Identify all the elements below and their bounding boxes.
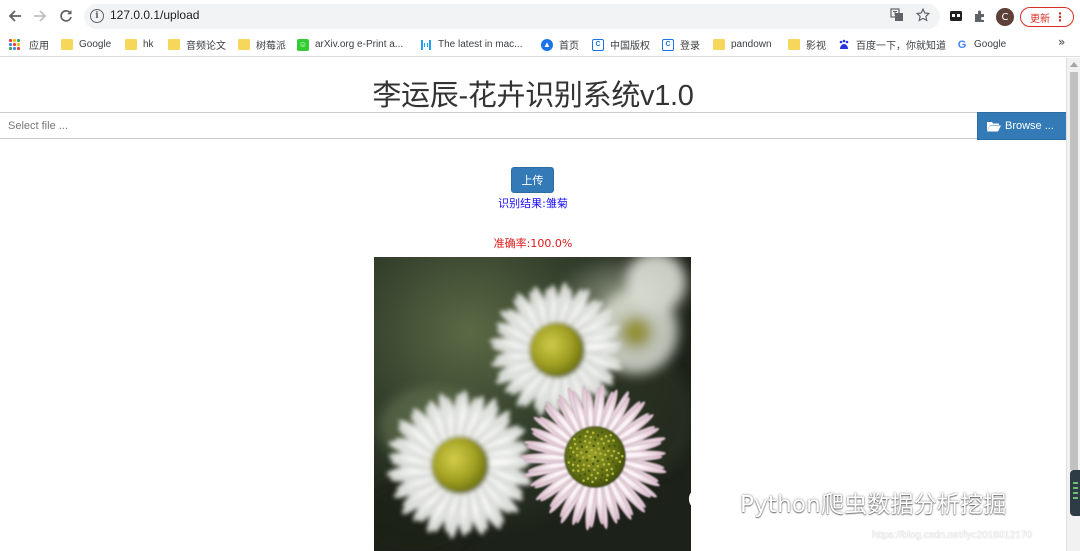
bookmark-label: 首页	[559, 41, 579, 52]
browse-button[interactable]: Browse ...	[977, 112, 1066, 140]
folder-icon	[713, 39, 725, 50]
apps-grid-icon	[9, 38, 21, 51]
scroll-thumb[interactable]	[1070, 72, 1078, 470]
watermark-text: Python爬虫数据分析挖掘	[740, 492, 1007, 518]
bookmark-google-folder[interactable]: Google	[61, 36, 111, 53]
bookmark-label: 登录	[680, 41, 700, 52]
reload-icon[interactable]	[56, 6, 76, 26]
bookmark-latest-ml[interactable]: The latest in mac...	[420, 36, 522, 53]
bookmark-label: 影视	[806, 41, 826, 52]
address-url[interactable]: 127.0.0.1/upload	[110, 8, 199, 22]
side-widget	[1070, 470, 1080, 516]
profile-avatar[interactable]: C	[996, 8, 1014, 26]
bookmark-google[interactable]: G Google	[956, 36, 1007, 53]
bookmark-raspberry-pi[interactable]: 树莓派	[238, 36, 286, 53]
folder-icon	[61, 39, 73, 50]
bookmark-label: hk	[143, 39, 154, 50]
bookmark-label: 应用	[29, 41, 49, 52]
bookmarks-overflow-icon[interactable]: »	[1058, 35, 1065, 49]
bookmark-label: 百度一下，你就知道	[856, 41, 946, 52]
bookmark-movies[interactable]: 影视	[788, 36, 826, 53]
address-bar[interactable]: i 127.0.0.1/upload	[84, 4, 940, 29]
bookmark-home[interactable]: ▲ 首页	[541, 36, 579, 53]
bookmarks-bar: 应用 Google hk 音频论文 树莓派 ☺ arXiv.org e-Prin…	[0, 32, 1080, 57]
bookmark-label: 中国版权	[610, 41, 650, 52]
arxiv-icon: ☺	[297, 38, 309, 51]
folder-icon	[788, 39, 800, 50]
menu-kebab-icon: ⋮	[1054, 10, 1066, 24]
bookmark-label: 音频论文	[186, 41, 226, 52]
forward-icon[interactable]	[30, 6, 50, 26]
paperswithcode-icon	[420, 39, 432, 51]
page-title: 李运辰-花卉识别系统v1.0	[372, 80, 694, 112]
site-info-icon[interactable]: i	[90, 9, 104, 23]
wechat-icon	[688, 485, 732, 518]
site-icon: ▲	[541, 38, 553, 51]
bookmark-apps[interactable]: 应用	[9, 36, 49, 53]
page-content: 李运辰-花卉识别系统v1.0 Browse ... 上传 识别结果:雏菊 准确率…	[0, 58, 1066, 551]
browser-toolbar: i 127.0.0.1/upload C 更新 ⋮	[0, 0, 1080, 32]
folder-icon	[238, 39, 250, 50]
accuracy-result: 准确率:100.0%	[493, 237, 573, 250]
upload-button[interactable]: 上传	[511, 167, 554, 193]
bookmark-audio-papers[interactable]: 音频论文	[168, 36, 226, 53]
browse-label: Browse ...	[1005, 120, 1054, 132]
baidu-icon	[838, 39, 850, 51]
file-path-input[interactable]	[0, 113, 977, 138]
bookmark-star-icon[interactable]	[915, 7, 931, 26]
extensions-puzzle-icon[interactable]	[972, 8, 988, 24]
bookmark-label: Google	[974, 39, 1007, 50]
extension-tab-icon[interactable]	[948, 8, 964, 24]
folder-icon	[125, 39, 137, 50]
bookmark-label: pandown	[731, 39, 772, 50]
watermark-url: https://blog.csdn.net/lyc2016012170	[872, 530, 1033, 541]
bookmark-label: Google	[79, 39, 112, 50]
bookmark-label: 树莓派	[256, 41, 286, 52]
bookmark-arxiv[interactable]: ☺ arXiv.org e-Print a...	[297, 36, 403, 53]
site-c-icon: C	[662, 38, 674, 51]
google-icon: G	[957, 38, 967, 51]
wechat-watermark: Python爬虫数据分析挖掘	[688, 484, 1007, 520]
bookmark-login[interactable]: C 登录	[662, 36, 700, 53]
update-button[interactable]: 更新 ⋮	[1020, 7, 1074, 27]
bookmark-label: The latest in mac...	[438, 39, 523, 50]
bookmark-copyright[interactable]: C 中国版权	[592, 36, 650, 53]
translate-icon[interactable]	[890, 8, 904, 26]
back-icon[interactable]	[5, 6, 25, 26]
bookmark-label: arXiv.org e-Print a...	[315, 39, 404, 50]
folder-icon	[168, 39, 180, 50]
file-picker: Browse ...	[0, 112, 1066, 140]
uploaded-flower-image	[374, 257, 691, 551]
update-label: 更新	[1030, 13, 1050, 25]
bookmark-pandown[interactable]: pandown	[713, 36, 772, 53]
site-c-icon: C	[592, 38, 604, 51]
folder-open-icon	[987, 121, 1001, 132]
recognition-result: 识别结果:雏菊	[498, 197, 568, 210]
bookmark-baidu[interactable]: 百度一下，你就知道	[838, 36, 946, 53]
bookmark-hk[interactable]: hk	[125, 36, 154, 53]
scroll-up-icon[interactable]	[1070, 62, 1078, 67]
